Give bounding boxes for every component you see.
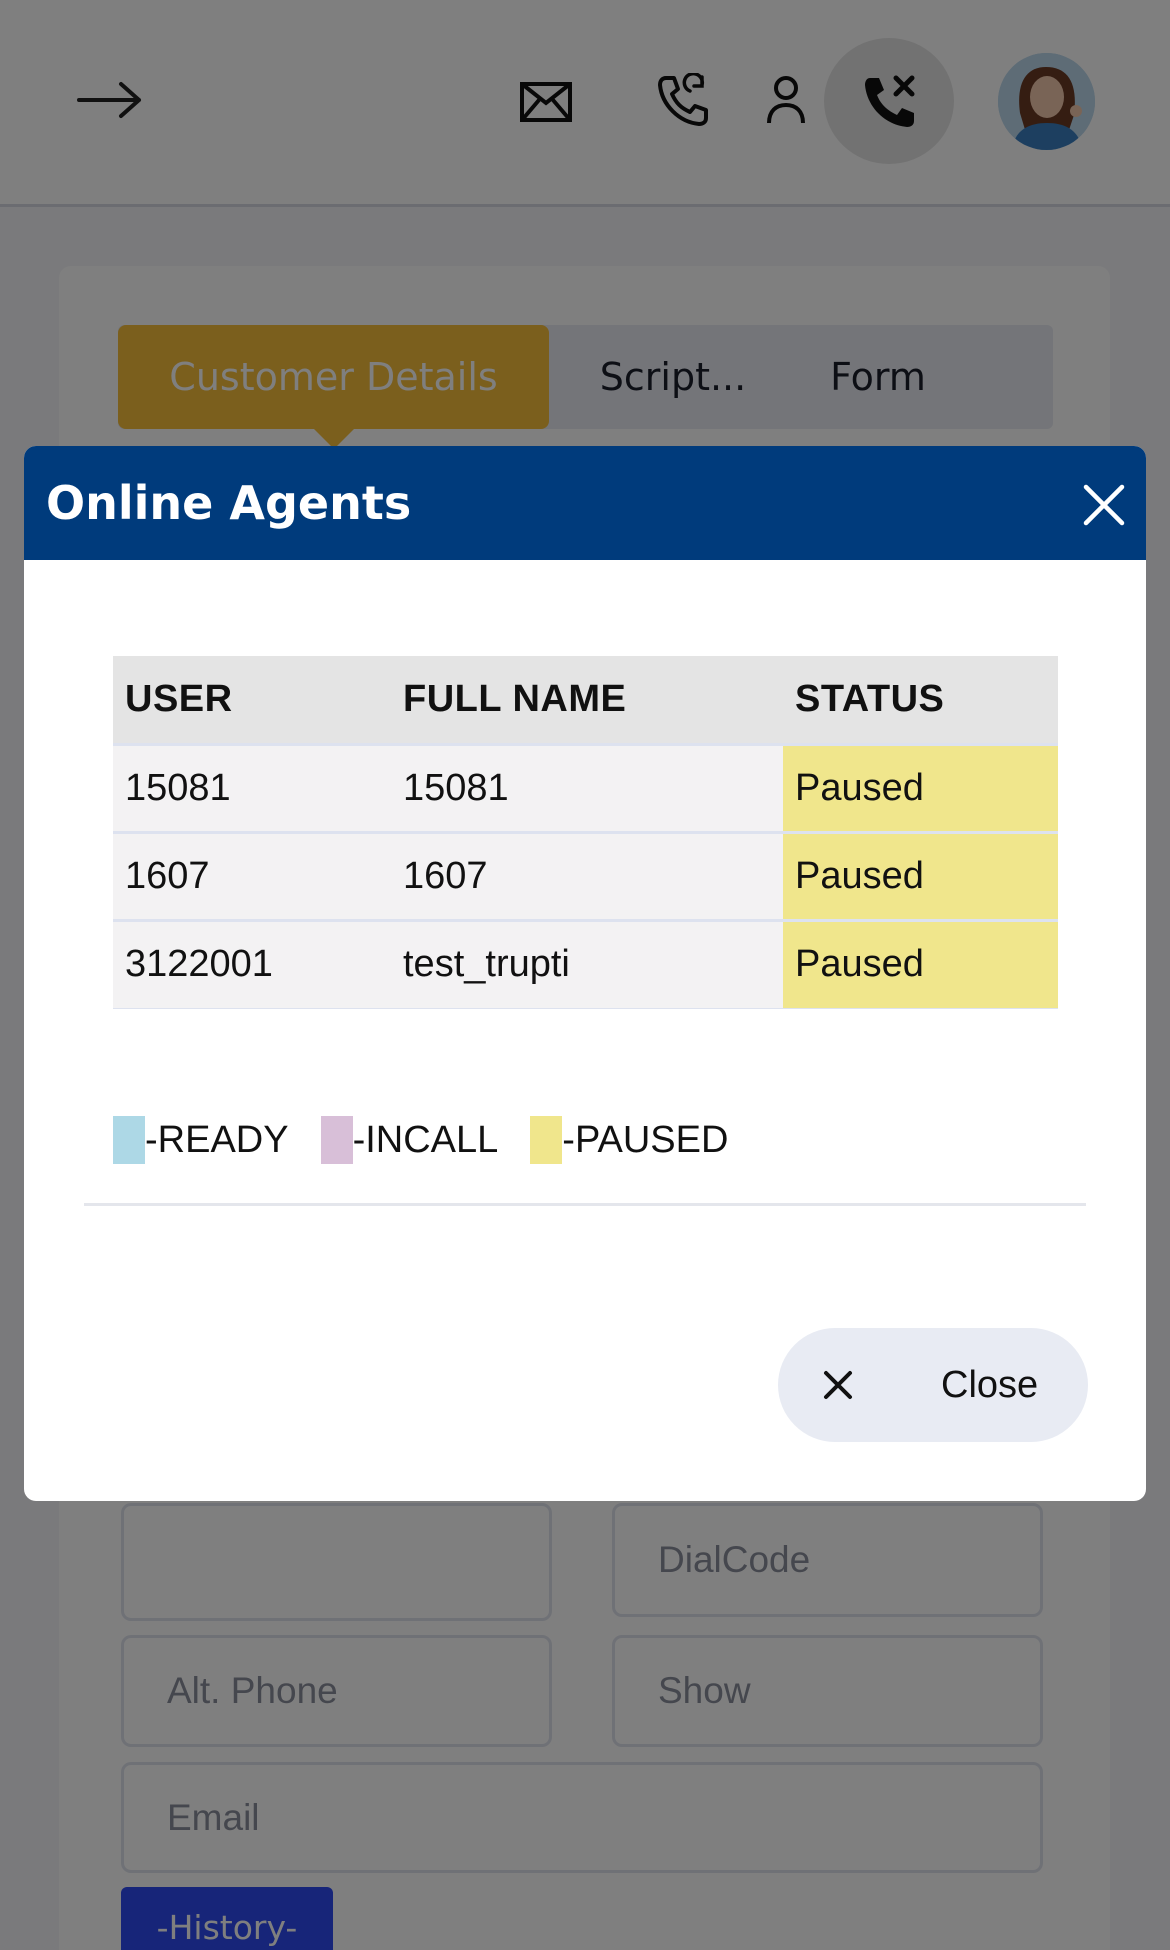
legend-item-incall: -INCALL [320,1116,499,1164]
legend-label: -PAUSED [562,1118,729,1161]
modal-title: Online Agents [46,476,412,530]
legend-item-paused: -PAUSED [530,1116,728,1164]
status-cell: Paused [783,830,1058,921]
legend-label: -READY [145,1118,289,1161]
agents-table: USER FULL NAME STATUS 15081 15081 Paused… [113,656,1058,1009]
close-button[interactable]: Close [778,1328,1088,1442]
status-cell: Paused [783,918,1058,1009]
user-cell: 15081 [113,742,391,833]
column-header-full-name: FULL NAME [391,656,783,744]
table-row: 1607 1607 Paused [113,830,1058,921]
full-name-cell: 15081 [391,742,783,833]
divider [84,1203,1086,1206]
column-header-user: USER [113,656,391,744]
close-button-label: Close [941,1363,1039,1406]
full-name-cell: test_trupti [391,918,783,1009]
close-icon[interactable] [1082,483,1126,527]
online-agents-modal: Online Agents USER FULL NAME STATUS 1508… [24,446,1146,1501]
user-cell: 3122001 [113,918,391,1009]
full-name-cell: 1607 [391,830,783,921]
paused-swatch [530,1116,563,1164]
legend-item-ready: -READY [113,1116,289,1164]
close-icon [822,1368,854,1400]
table-row: 15081 15081 Paused [113,742,1058,833]
table-header-row: USER FULL NAME STATUS [113,656,1058,744]
user-cell: 1607 [113,830,391,921]
column-header-status: STATUS [783,656,1058,744]
table-row: 3122001 test_trupti Paused [113,918,1058,1009]
legend-label: -INCALL [352,1118,499,1161]
incall-swatch [320,1116,353,1164]
modal-header: Online Agents [24,446,1146,560]
ready-swatch [113,1116,145,1164]
status-legend: -READY -INCALL -PAUSED [113,1116,760,1164]
status-cell: Paused [783,742,1058,833]
